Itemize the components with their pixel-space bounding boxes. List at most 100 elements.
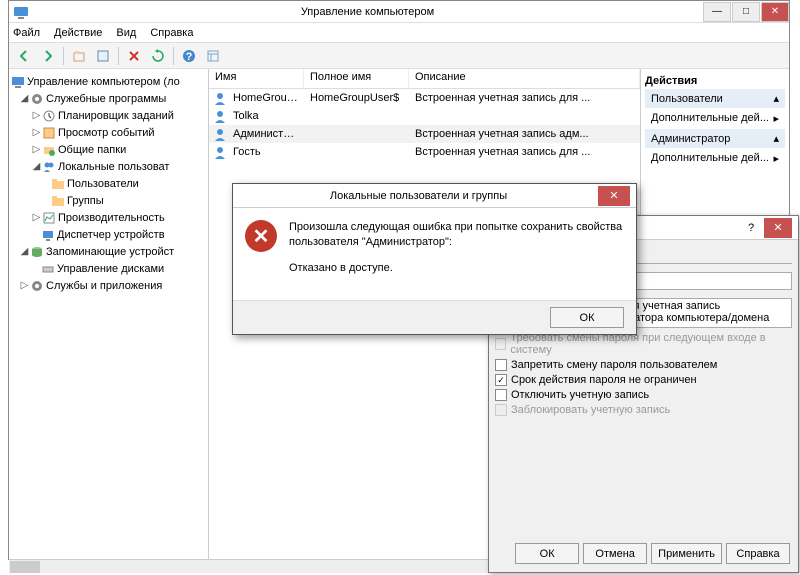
users-icon xyxy=(42,160,56,174)
tree-services-apps[interactable]: ▷Службы и приложения xyxy=(11,277,206,294)
actions-heading: Действия xyxy=(645,75,785,87)
menu-action[interactable]: Действие xyxy=(54,27,102,39)
actions-users-header[interactable]: Пользователи▴ xyxy=(645,89,785,108)
collapse-icon[interactable]: ◢ xyxy=(19,93,30,104)
close-button[interactable]: ✕ xyxy=(761,2,789,22)
properties-button[interactable] xyxy=(92,45,114,67)
collapse-icon[interactable]: ◢ xyxy=(31,161,42,172)
folder-icon xyxy=(51,177,65,191)
device-icon xyxy=(41,228,55,242)
cell-fullname: HomeGroupUser$ xyxy=(304,92,409,104)
storage-icon xyxy=(30,245,44,259)
menu-view[interactable]: Вид xyxy=(116,27,136,39)
tree-event-viewer[interactable]: ▷Просмотр событий xyxy=(11,124,206,141)
actions-admin-header[interactable]: Администратор▴ xyxy=(645,129,785,148)
error-icon: ✕ xyxy=(245,220,277,252)
chevron-right-icon: ▸ xyxy=(773,112,779,125)
col-fullname[interactable]: Полное имя xyxy=(304,69,409,88)
chk-pwd-never-expires[interactable]: ✓Срок действия пароля не ограничен xyxy=(495,374,792,386)
menubar: Файл Действие Вид Справка xyxy=(9,23,789,43)
apply-button[interactable]: Применить xyxy=(651,543,722,564)
menu-help[interactable]: Справка xyxy=(150,27,193,39)
action-more-2[interactable]: Дополнительные дей...▸ xyxy=(645,150,785,167)
action-more[interactable]: Дополнительные дей...▸ xyxy=(645,110,785,127)
collapse-icon[interactable]: ◢ xyxy=(19,246,30,257)
minimize-button[interactable]: — xyxy=(703,2,731,22)
refresh-button[interactable] xyxy=(147,45,169,67)
checkbox-icon[interactable] xyxy=(495,389,507,401)
tree-groups[interactable]: Группы xyxy=(11,192,206,209)
tree-local-users[interactable]: ◢Локальные пользоват xyxy=(11,158,206,175)
user-row[interactable]: HomeGroup...HomeGroupUser$Встроенная уче… xyxy=(209,89,640,107)
folder-icon xyxy=(51,194,65,208)
tree-services-tools[interactable]: ◢Служебные программы xyxy=(11,90,206,107)
chevron-up-icon: ▴ xyxy=(773,92,779,105)
chevron-right-icon: ▸ xyxy=(773,152,779,165)
expand-icon[interactable]: ▷ xyxy=(31,212,42,223)
ok-button[interactable]: ОК xyxy=(515,543,579,564)
error-title: Локальные пользователи и группы xyxy=(239,190,598,202)
chk-disallow-pwd-change[interactable]: Запретить смену пароля пользователем xyxy=(495,359,792,371)
list-header: Имя Полное имя Описание xyxy=(209,69,640,89)
svg-text:?: ? xyxy=(186,51,193,63)
user-row[interactable]: Гость Встроенная учетная запись для ... xyxy=(209,143,640,161)
tools-icon xyxy=(30,92,44,106)
error-titlebar: Локальные пользователи и группы ✕ xyxy=(233,184,636,208)
delete-button[interactable] xyxy=(123,45,145,67)
clock-icon xyxy=(42,109,56,123)
col-desc[interactable]: Описание xyxy=(409,69,640,88)
user-icon xyxy=(213,91,227,105)
help-button[interactable]: Справка xyxy=(726,543,790,564)
col-name[interactable]: Имя xyxy=(209,69,304,88)
tree-device-manager[interactable]: Диспетчер устройств xyxy=(11,226,206,243)
help-button[interactable]: ? xyxy=(178,45,200,67)
close-button[interactable]: ✕ xyxy=(598,186,630,206)
tree-performance[interactable]: ▷Производительность xyxy=(11,209,206,226)
cell-name: Tolka xyxy=(227,110,304,122)
tree-pane[interactable]: Управление компьютером (ло ◢Служебные пр… xyxy=(9,69,209,559)
tree-shared-folders[interactable]: ▷Общие папки xyxy=(11,141,206,158)
toolbar: ? xyxy=(9,43,789,69)
services-icon xyxy=(30,279,44,293)
chk-require-pwd-change: Требовать смены пароля при следующем вхо… xyxy=(495,332,792,356)
tree-users[interactable]: Пользователи xyxy=(11,175,206,192)
user-icon xyxy=(213,127,227,141)
tree-task-scheduler[interactable]: ▷Планировщик заданий xyxy=(11,107,206,124)
titlebar: Управление компьютером — □ ✕ xyxy=(9,1,789,23)
event-icon xyxy=(42,126,56,140)
chk-disable-account[interactable]: Отключить учетную запись xyxy=(495,389,792,401)
checkbox-icon[interactable]: ✓ xyxy=(495,374,507,386)
up-button[interactable] xyxy=(68,45,90,67)
view-button[interactable] xyxy=(202,45,224,67)
tree-storage[interactable]: ◢Запоминающие устройст xyxy=(11,243,206,260)
app-icon xyxy=(13,4,29,20)
tree-disk-mgmt[interactable]: Управление дисками xyxy=(11,260,206,277)
user-row[interactable]: Администр...Встроенная учетная запись ад… xyxy=(209,125,640,143)
help-button[interactable]: ? xyxy=(742,222,760,234)
tree-root[interactable]: Управление компьютером (ло xyxy=(11,73,206,90)
disk-icon xyxy=(41,262,55,276)
expand-icon[interactable]: ▷ xyxy=(31,110,42,121)
checkbox-icon xyxy=(495,404,507,416)
computer-icon xyxy=(11,75,25,89)
expand-icon[interactable]: ▷ xyxy=(19,280,30,291)
checkbox-icon[interactable] xyxy=(495,359,507,371)
back-button[interactable] xyxy=(13,45,35,67)
menu-file[interactable]: Файл xyxy=(13,27,40,39)
chk-lock-account: Заблокировать учетную запись xyxy=(495,404,792,416)
cell-name: Гость xyxy=(227,146,304,158)
forward-button[interactable] xyxy=(37,45,59,67)
user-icon xyxy=(213,109,227,123)
expand-icon[interactable]: ▷ xyxy=(31,127,42,138)
user-row[interactable]: Tolka xyxy=(209,107,640,125)
maximize-button[interactable]: □ xyxy=(732,2,760,22)
ok-button[interactable]: ОК xyxy=(550,307,624,328)
user-icon xyxy=(213,145,227,159)
expand-icon[interactable]: ▷ xyxy=(31,144,42,155)
cancel-button[interactable]: Отмена xyxy=(583,543,647,564)
close-button[interactable]: ✕ xyxy=(764,218,792,238)
cell-desc: Встроенная учетная запись адм... xyxy=(409,128,640,140)
perf-icon xyxy=(42,211,56,225)
cell-name: HomeGroup... xyxy=(227,92,304,104)
cell-desc: Встроенная учетная запись для ... xyxy=(409,146,640,158)
